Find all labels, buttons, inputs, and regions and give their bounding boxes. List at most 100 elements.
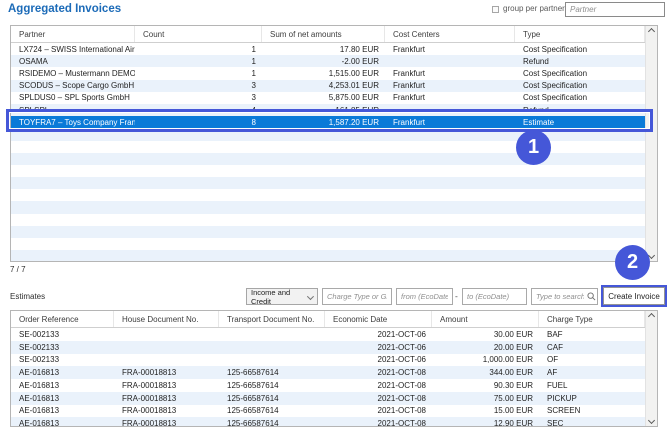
column-header-house-document[interactable]: House Document No. xyxy=(114,311,219,327)
empty-row xyxy=(11,177,645,189)
invoices-grid: Partner Count Sum of net amounts Cost Ce… xyxy=(10,25,658,262)
cell-type: Estimate xyxy=(515,118,645,127)
table-row[interactable]: AE-016813FRA-00018813125-665876142021-OC… xyxy=(11,392,645,405)
empty-row xyxy=(11,153,645,165)
create-invoice-button[interactable]: Create Invoice xyxy=(603,287,665,305)
cell-order-reference: AE-016813 xyxy=(11,368,114,377)
cell-amount: 1,000.00 EUR xyxy=(432,355,539,364)
column-header-order-reference[interactable]: Order Reference xyxy=(11,311,114,327)
to-date-input[interactable] xyxy=(462,288,527,305)
cell-sum: 5,875.00 EUR xyxy=(262,93,385,102)
cell-amount: 12.90 EUR xyxy=(432,419,539,426)
column-header-count[interactable]: Count xyxy=(135,26,262,42)
cell-sum: 17.80 EUR xyxy=(262,45,385,54)
cell-economic-date: 2021-OCT-06 xyxy=(325,330,432,339)
column-header-type[interactable]: Type xyxy=(515,26,645,42)
date-range-separator: - xyxy=(455,291,458,301)
column-header-transport-document[interactable]: Transport Document No. xyxy=(219,311,325,327)
cell-count: 1 xyxy=(135,57,262,66)
estimates-section-label: Estimates xyxy=(10,292,45,301)
scroll-up-icon[interactable] xyxy=(648,28,655,35)
cell-sum: -2.00 EUR xyxy=(262,57,385,66)
cell-transport-document-no: 125-66587614 xyxy=(219,368,325,377)
estimates-grid-body: Order Reference House Document No. Trans… xyxy=(11,311,645,426)
estimates-rows: SE-0021332021-OCT-0630.00 EURBAFSE-00213… xyxy=(11,328,645,426)
cell-type: Refund xyxy=(515,106,645,115)
cell-cost-center: Frankfurt xyxy=(385,118,515,127)
cell-cost-center: Frankfurt xyxy=(385,69,515,78)
cell-count: 3 xyxy=(135,93,262,102)
estimates-grid: Order Reference House Document No. Trans… xyxy=(10,310,658,427)
scroll-down-icon[interactable] xyxy=(648,417,655,424)
cell-order-reference: AE-016813 xyxy=(11,394,114,403)
cell-count: 3 xyxy=(135,81,262,90)
table-row[interactable]: LX724 – SWISS International Air Lines...… xyxy=(11,43,645,55)
column-header-economic-date[interactable]: Economic Date xyxy=(325,311,432,327)
table-row[interactable]: SE-0021332021-OCT-0630.00 EURBAF xyxy=(11,328,645,341)
table-row[interactable]: SCODUS – Scope Cargo GmbH Düss...34,253.… xyxy=(11,80,645,92)
cell-order-reference: AE-016813 xyxy=(11,419,114,426)
cell-cost-center: Frankfurt xyxy=(385,45,515,54)
table-row[interactable]: AE-016813FRA-00018813125-665876142021-OC… xyxy=(11,366,645,379)
table-row[interactable]: AE-016813FRA-00018813125-665876142021-OC… xyxy=(11,405,645,418)
cell-order-reference: AE-016813 xyxy=(11,406,114,415)
scroll-up-icon[interactable] xyxy=(648,313,655,320)
record-count: 7 / 7 xyxy=(10,265,26,274)
cell-type: Refund xyxy=(515,57,645,66)
cell-economic-date: 2021-OCT-08 xyxy=(325,381,432,390)
table-row-selected[interactable]: TOYFRA7 – Toys Company Frankfurt81,587.2… xyxy=(11,116,645,128)
cell-charge-type: PICKUP xyxy=(539,394,645,403)
table-row[interactable]: SPLDUS0 – SPL Sports GmbH35,875.00 EURFr… xyxy=(11,92,645,104)
cell-transport-document-no: 125-66587614 xyxy=(219,381,325,390)
cell-transport-document-no: 125-66587614 xyxy=(219,419,325,426)
table-row[interactable]: RSIDEMO – Mustermann DEMO11,515.00 EURFr… xyxy=(11,67,645,79)
cell-economic-date: 2021-OCT-08 xyxy=(325,394,432,403)
cell-partner: SPLSPL xyxy=(11,106,135,115)
table-row[interactable]: SPLSPL4-161.85 EURRefund xyxy=(11,104,645,116)
cell-house-document-no: FRA-00018813 xyxy=(114,419,219,426)
estimates-scrollbar[interactable] xyxy=(645,311,657,426)
table-row[interactable]: AE-016813FRA-00018813125-665876142021-OC… xyxy=(11,379,645,392)
column-header-sum[interactable]: Sum of net amounts xyxy=(262,26,385,42)
group-per-partner-checkbox[interactable] xyxy=(492,6,499,13)
cell-house-document-no: FRA-00018813 xyxy=(114,381,219,390)
from-date-input[interactable] xyxy=(396,288,453,305)
estimate-type-select-value: Income and Credit xyxy=(251,288,308,306)
estimate-type-select[interactable]: Income and Credit xyxy=(246,288,318,305)
cell-sum: -161.85 EUR xyxy=(262,106,385,115)
cell-partner: TOYFRA7 – Toys Company Frankfurt xyxy=(11,118,135,127)
cell-partner: LX724 – SWISS International Air Lines... xyxy=(11,45,135,54)
cell-partner: SCODUS – Scope Cargo GmbH Düss... xyxy=(11,81,135,90)
column-header-partner[interactable]: Partner xyxy=(11,26,135,42)
table-row[interactable]: SE-0021332021-OCT-0620.00 EURCAF xyxy=(11,341,645,354)
cell-economic-date: 2021-OCT-06 xyxy=(325,355,432,364)
cell-sum: 1,515.00 EUR xyxy=(262,69,385,78)
cell-charge-type: FUEL xyxy=(539,381,645,390)
cell-type: Cost Specification xyxy=(515,93,645,102)
table-row[interactable]: SE-0021332021-OCT-061,000.00 EUROF xyxy=(11,354,645,367)
cell-charge-type: SEC xyxy=(539,419,645,426)
cell-charge-type: CAF xyxy=(539,343,645,352)
cell-amount: 15.00 EUR xyxy=(432,406,539,415)
cell-house-document-no: FRA-00018813 xyxy=(114,394,219,403)
table-row[interactable]: OSAMA1-2.00 EUR Refund xyxy=(11,55,645,67)
column-header-charge-type[interactable]: Charge Type xyxy=(539,311,645,327)
cell-house-document-no: FRA-00018813 xyxy=(114,368,219,377)
partner-filter-input[interactable] xyxy=(565,2,665,17)
cell-count: 1 xyxy=(135,45,262,54)
annotation-step-1-badge: 1 xyxy=(516,130,551,165)
column-header-amount[interactable]: Amount xyxy=(432,311,539,327)
cell-order-reference: AE-016813 xyxy=(11,381,114,390)
cell-partner: OSAMA xyxy=(11,57,135,66)
cell-sum: 1,587.20 EUR xyxy=(262,118,385,127)
cell-amount: 30.00 EUR xyxy=(432,330,539,339)
charge-type-input[interactable] xyxy=(322,288,392,305)
table-row[interactable]: AE-016813FRA-00018813125-665876142021-OC… xyxy=(11,417,645,426)
column-header-cost-centers[interactable]: Cost Centers xyxy=(385,26,515,42)
cell-amount: 20.00 EUR xyxy=(432,343,539,352)
cell-order-reference: SE-002133 xyxy=(11,330,114,339)
cell-house-document-no: FRA-00018813 xyxy=(114,406,219,415)
invoices-scrollbar[interactable] xyxy=(645,26,657,261)
cell-count: 1 xyxy=(135,69,262,78)
empty-row xyxy=(11,165,645,177)
